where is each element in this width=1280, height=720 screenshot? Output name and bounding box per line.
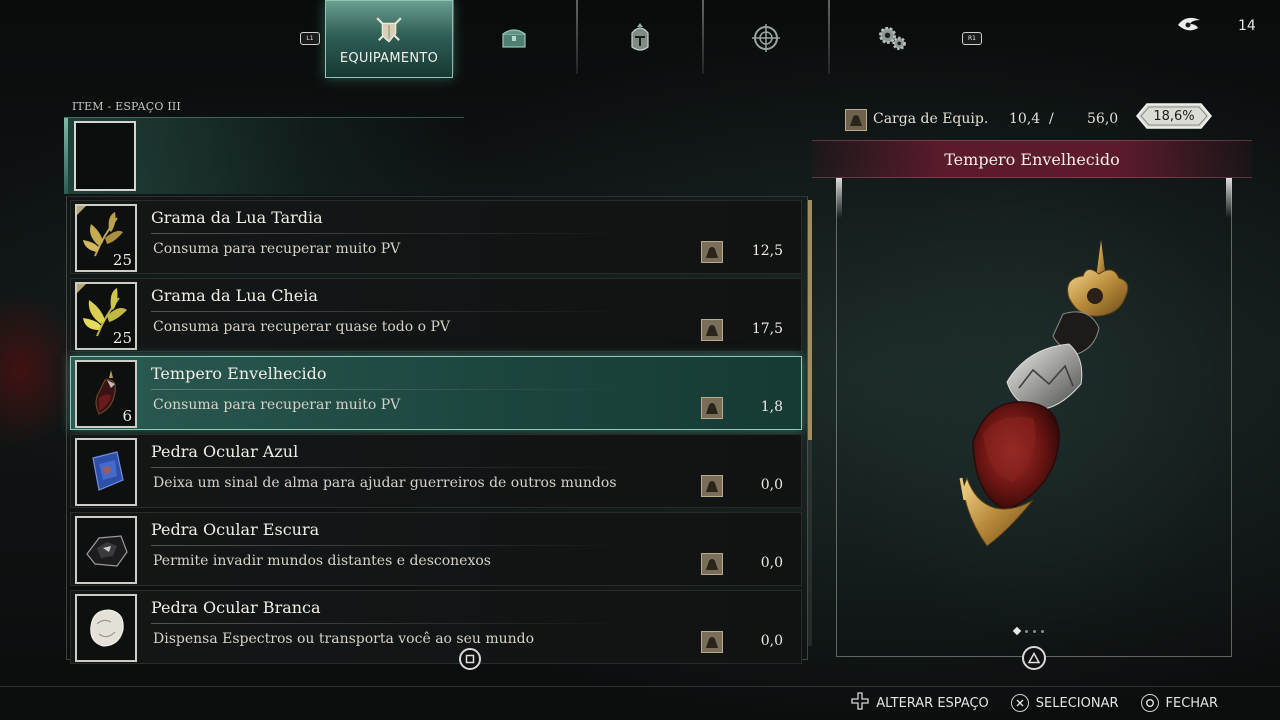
item-weight: 0,0	[760, 633, 783, 649]
l1-button-hint[interactable]: L1	[300, 32, 320, 45]
weight-icon	[701, 631, 723, 653]
cross-button-icon	[1010, 694, 1029, 712]
list-item-grama-da-lua-tardia[interactable]: 25 Grama da Lua Tardia Consuma para recu…	[70, 200, 802, 274]
slot-section-label: ITEM - ESPAÇO III	[72, 100, 181, 113]
hint-label: SELECIONAR	[1035, 695, 1119, 711]
equip-load-current: 10,4	[1009, 111, 1041, 127]
hint-alterar-espaco[interactable]: ALTERAR ESPAÇO	[851, 692, 989, 714]
list-item-pedra-ocular-escura[interactable]: Pedra Ocular Escura Permite invadir mund…	[70, 512, 802, 586]
soul-counter: 14	[1176, 14, 1256, 38]
tab-label: EQUIPAMENTO	[339, 50, 439, 66]
item-divider	[151, 467, 631, 468]
detail-title-bar: Tempero Envelhecido	[812, 140, 1252, 178]
scrollbar-thumb[interactable]	[808, 200, 812, 440]
weight-icon	[845, 109, 867, 131]
tab-settings[interactable]	[829, 0, 955, 76]
item-name: Tempero Envelhecido	[151, 364, 327, 383]
item-description: Permite invadir mundos distantes e desco…	[153, 553, 491, 569]
item-weight: 0,0	[760, 555, 783, 571]
gears-icon	[875, 21, 909, 55]
tab-equipamento[interactable]: EQUIPAMENTO	[325, 0, 453, 78]
weight-icon	[701, 397, 723, 419]
item-list: 25 Grama da Lua Tardia Consuma para recu…	[70, 200, 802, 668]
weight-icon	[701, 241, 723, 263]
equipment-screen: L1 EQUIPAMENTO R1 14 ITEM - ESPAÇO III 2…	[0, 0, 1280, 720]
footer-divider	[0, 686, 1280, 687]
detail-preview-frame	[836, 178, 1232, 657]
item-divider	[151, 233, 631, 234]
item-weight: 17,5	[751, 321, 783, 337]
item-quantity: 25	[112, 251, 132, 269]
tab-compass[interactable]	[703, 0, 829, 76]
footer-hints: ALTERAR ESPAÇO SELECIONAR FECHAR	[851, 692, 1218, 714]
detail-pager[interactable]	[1012, 626, 1044, 636]
list-item-tempero-envelhecido[interactable]: 6 Tempero Envelhecido Consuma para recup…	[70, 356, 802, 430]
list-item-grama-da-lua-cheia[interactable]: 25 Grama da Lua Cheia Consuma para recup…	[70, 278, 802, 352]
equipped-item-slot[interactable]	[74, 121, 136, 191]
item-description: Consuma para recuperar quase todo o PV	[153, 319, 451, 335]
item-weight: 12,5	[751, 243, 783, 259]
aged-spice-flask-icon	[959, 240, 1129, 547]
dark-eye-stone-icon	[75, 516, 137, 584]
weight-icon	[701, 475, 723, 497]
tab-chest[interactable]	[451, 0, 577, 76]
item-divider	[151, 545, 631, 546]
soul-count: 14	[1238, 18, 1256, 34]
dry-grass-icon: 25	[75, 204, 137, 272]
hint-label: ALTERAR ESPAÇO	[876, 695, 989, 711]
hint-fechar[interactable]: FECHAR	[1140, 694, 1218, 712]
detail-title: Tempero Envelhecido	[944, 149, 1120, 169]
item-description: Deixa um sinal de alma para ajudar guerr…	[153, 475, 617, 491]
item-description: Dispensa Espectros ou transporta você ao…	[153, 631, 535, 647]
pager-dot	[1033, 629, 1036, 633]
item-divider	[151, 389, 631, 390]
hint-label: FECHAR	[1165, 695, 1218, 711]
item-name: Pedra Ocular Azul	[151, 442, 299, 461]
pager-dot	[1041, 629, 1044, 633]
item-divider	[151, 311, 631, 312]
item-description: Consuma para recuperar muito PV	[153, 241, 401, 257]
item-name: Grama da Lua Tardia	[151, 208, 323, 227]
hint-selecionar[interactable]: SELECIONAR	[1010, 694, 1119, 712]
spice-flask-icon: 6	[75, 360, 137, 428]
blue-eye-stone-icon	[75, 438, 137, 506]
item-name: Grama da Lua Cheia	[151, 286, 318, 305]
equip-load-row: Carga de Equip. 10,4 / 56,0 18,6%	[845, 103, 1225, 132]
knight-helmet-icon	[623, 21, 657, 55]
item-weight: 1,8	[760, 399, 783, 415]
weight-icon	[701, 553, 723, 575]
white-eye-stone-icon	[75, 594, 137, 662]
yellow-grass-icon: 25	[75, 282, 137, 350]
list-item-pedra-ocular-branca[interactable]: Pedra Ocular Branca Dispensa Espectros o…	[70, 590, 802, 664]
r1-button-hint[interactable]: R1	[962, 32, 982, 45]
item-quantity: 6	[122, 407, 132, 425]
item-divider	[151, 623, 631, 624]
soul-icon	[1176, 16, 1202, 36]
item-quantity: 25	[112, 329, 132, 347]
triangle-button-icon[interactable]	[1022, 646, 1046, 670]
tab-bar: L1 EQUIPAMENTO R1 14	[0, 0, 1280, 80]
equip-load-percent-badge: 18,6%	[1135, 102, 1213, 130]
item-name: Pedra Ocular Branca	[151, 598, 321, 617]
circle-button-icon	[1140, 694, 1159, 712]
item-weight: 0,0	[760, 477, 783, 493]
item-name: Pedra Ocular Escura	[151, 520, 320, 539]
tab-helmet[interactable]	[577, 0, 703, 76]
pager-dot-active	[1012, 626, 1022, 636]
list-scrollbar[interactable]	[808, 200, 812, 646]
weight-icon	[701, 319, 723, 341]
compass-icon	[749, 21, 783, 55]
touchpad-button-icon[interactable]	[459, 648, 481, 670]
chest-icon	[497, 21, 531, 55]
item-description: Consuma para recuperar muito PV	[153, 397, 401, 413]
equip-load-label: Carga de Equip.	[873, 111, 989, 127]
equip-load-percent: 18,6%	[1153, 108, 1195, 124]
crossed-swords-shield-icon	[372, 13, 406, 47]
pager-dot	[1025, 629, 1028, 633]
equip-load-max: 56,0	[1087, 111, 1119, 127]
equip-load-separator: /	[1049, 111, 1054, 127]
dpad-icon	[851, 692, 869, 714]
list-item-pedra-ocular-azul[interactable]: Pedra Ocular Azul Deixa um sinal de alma…	[70, 434, 802, 508]
